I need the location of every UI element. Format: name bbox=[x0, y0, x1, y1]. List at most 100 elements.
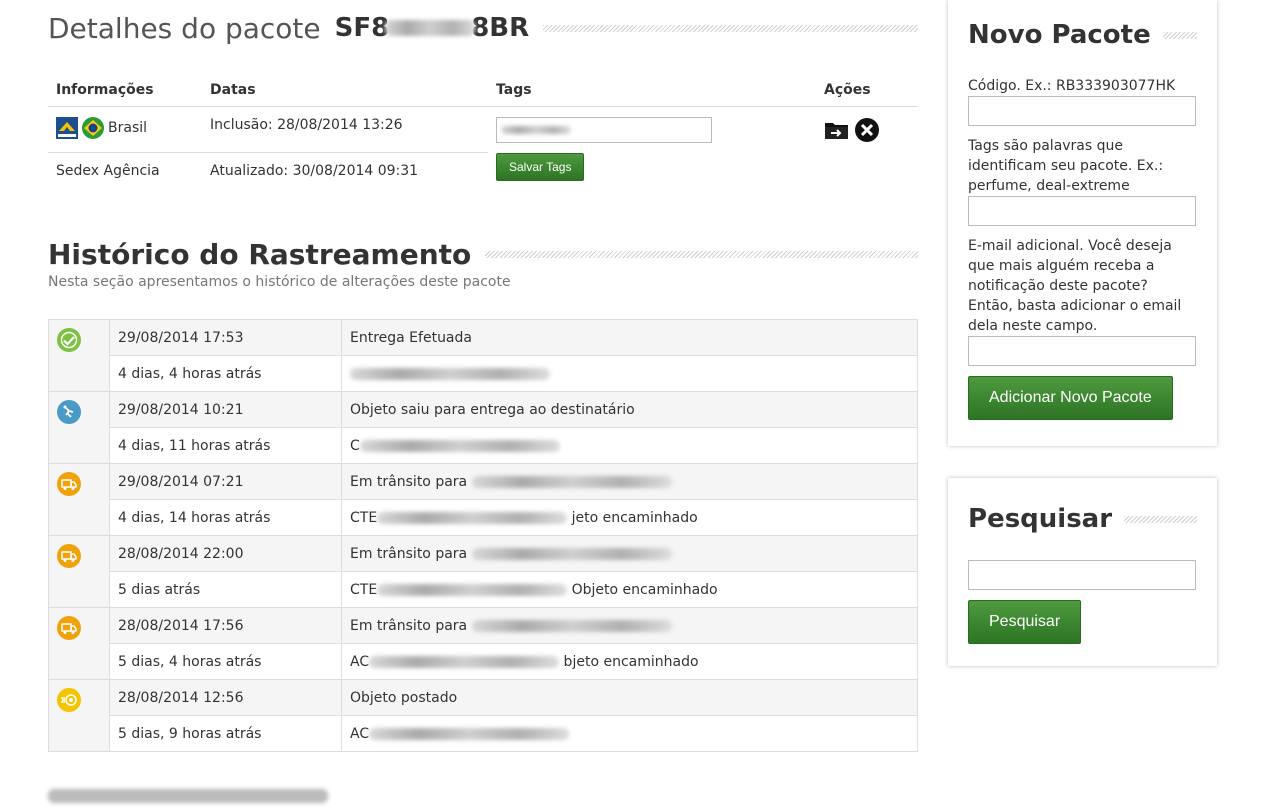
history-row: 28/08/2014 12:56 Objeto postado bbox=[48, 679, 918, 752]
tags-input[interactable] bbox=[496, 117, 712, 143]
tags-cell: Salvar Tags bbox=[488, 107, 816, 192]
tags-field[interactable] bbox=[968, 196, 1196, 226]
actions-cell bbox=[816, 107, 918, 192]
event-status: Em trânsito para bbox=[341, 463, 918, 500]
origin-country: Brasil bbox=[108, 120, 148, 136]
truck-icon bbox=[57, 544, 81, 568]
code-input[interactable] bbox=[968, 96, 1196, 126]
truck-icon bbox=[57, 616, 81, 640]
origin-cell: Brasil bbox=[48, 106, 202, 153]
event-date: 29/08/2014 07:21 bbox=[109, 463, 342, 500]
service-type: Sedex Agência bbox=[56, 162, 160, 179]
title-divider bbox=[543, 24, 918, 32]
event-ago: 5 dias, 4 horas atrás bbox=[109, 643, 342, 680]
event-ago: 4 dias, 11 horas atrás bbox=[109, 427, 342, 464]
event-status: Em trânsito para bbox=[341, 607, 918, 644]
redacted-tags bbox=[501, 125, 571, 134]
event-detail: AC bjeto encaminhado bbox=[341, 643, 918, 680]
history-subtitle: Nesta seção apresentamos o histórico de … bbox=[48, 274, 511, 290]
search-divider bbox=[1124, 515, 1197, 523]
event-status: Em trânsito para bbox=[341, 535, 918, 572]
status-icon-cell bbox=[48, 391, 110, 464]
move-folder-icon[interactable] bbox=[824, 119, 850, 145]
redacted-detail bbox=[369, 727, 570, 740]
event-ago: 4 dias, 14 horas atrás bbox=[109, 499, 342, 536]
search-input[interactable] bbox=[968, 560, 1196, 590]
event-ago: 4 dias, 4 horas atrás bbox=[109, 355, 342, 392]
history-title-row: Histórico do Rastreamento bbox=[48, 238, 918, 271]
history-row-detail: 5 dias atrás CTE Objeto encaminhado bbox=[49, 571, 918, 608]
new-package-box: Novo Pacote Código. Ex.: RB333903077HK T… bbox=[948, 0, 1217, 446]
search-title: Pesquisar bbox=[968, 504, 1113, 534]
event-status: Objeto postado bbox=[341, 679, 918, 716]
updated-date: Atualizado: 30/08/2014 09:31 bbox=[210, 162, 419, 179]
history-row-detail: 5 dias, 4 horas atrás AC bjeto encaminhad… bbox=[49, 643, 918, 680]
delivery-person-icon bbox=[57, 400, 81, 424]
status-icon-cell bbox=[48, 319, 110, 392]
redacted-location bbox=[471, 619, 672, 632]
history-row-detail: 4 dias, 11 horas atrás C bbox=[49, 427, 918, 464]
status-icon-cell bbox=[48, 535, 110, 608]
tags-label: Tags são palavras que identificam seu pa… bbox=[968, 138, 1164, 194]
new-package-divider bbox=[1162, 31, 1197, 39]
inclusion-date: Inclusão: 28/08/2014 13:26 bbox=[202, 106, 488, 153]
event-ago: 5 dias, 9 horas atrás bbox=[109, 715, 342, 752]
history-title: Histórico do Rastreamento bbox=[48, 238, 472, 271]
event-date: 28/08/2014 12:56 bbox=[109, 679, 342, 716]
truck-icon bbox=[57, 472, 81, 496]
correios-logo-icon bbox=[56, 117, 78, 139]
search-box: Pesquisar Pesquisar bbox=[948, 478, 1217, 666]
event-date: 29/08/2014 10:21 bbox=[109, 391, 342, 428]
event-detail: AC bbox=[341, 715, 918, 752]
check-circle-icon bbox=[57, 328, 81, 352]
redacted-location bbox=[471, 547, 672, 560]
delete-icon[interactable] bbox=[854, 117, 880, 147]
redacted-detail bbox=[377, 511, 568, 524]
event-detail bbox=[341, 355, 918, 392]
history-title-divider bbox=[485, 251, 918, 258]
code-label: Código. Ex.: RB333903077HK bbox=[968, 78, 1176, 94]
package-code-suffix: 8BR bbox=[471, 13, 530, 43]
event-detail: C bbox=[341, 427, 918, 464]
email-label: E-mail adicional. Você deseja que mais a… bbox=[968, 238, 1182, 334]
event-date: 28/08/2014 22:00 bbox=[109, 535, 342, 572]
search-button[interactable]: Pesquisar bbox=[968, 600, 1082, 644]
history-row-detail: 5 dias, 9 horas atrás AC bbox=[49, 715, 918, 752]
history-row: 29/08/2014 07:21 Em trânsito para bbox=[48, 463, 918, 536]
status-icon-cell bbox=[48, 679, 110, 752]
col-header-actions: Ações bbox=[816, 72, 918, 107]
redacted-detail bbox=[369, 655, 560, 668]
brazil-flag-icon bbox=[82, 117, 104, 139]
page-title-row: Detalhes do pacote SF8 8BR bbox=[48, 8, 918, 48]
event-ago: 5 dias atrás bbox=[109, 571, 342, 608]
redacted-detail bbox=[377, 583, 568, 596]
col-header-dates: Datas bbox=[202, 72, 488, 107]
history-row: 29/08/2014 10:21 Objeto saiu para entrega… bbox=[48, 391, 918, 464]
redacted-location bbox=[471, 475, 672, 488]
col-header-tags: Tags bbox=[488, 72, 816, 107]
event-date: 29/08/2014 17:53 bbox=[109, 319, 342, 356]
redacted-code bbox=[385, 20, 476, 36]
package-info-table: Informações Datas Tags Ações Brasil Incl… bbox=[48, 72, 918, 191]
package-code-prefix: SF8 bbox=[334, 13, 390, 43]
redacted-detail bbox=[359, 439, 560, 452]
posted-icon bbox=[57, 688, 81, 712]
save-tags-button[interactable]: Salvar Tags bbox=[496, 153, 585, 181]
add-package-button[interactable]: Adicionar Novo Pacote bbox=[968, 376, 1173, 420]
history-row-detail: 4 dias, 14 horas atrás CTE jeto encaminha… bbox=[49, 499, 918, 536]
email-field[interactable] bbox=[968, 336, 1196, 366]
history-row: 28/08/2014 22:00 Em trânsito para bbox=[48, 535, 918, 608]
event-detail: CTE jeto encaminhado bbox=[341, 499, 918, 536]
new-package-title: Novo Pacote bbox=[968, 20, 1151, 50]
status-icon-cell bbox=[48, 607, 110, 680]
history-row-detail: 4 dias, 4 horas atrás bbox=[49, 355, 918, 392]
history-row: 28/08/2014 17:56 Em trânsito para bbox=[48, 607, 918, 680]
status-icon-cell bbox=[48, 463, 110, 536]
history-table: 29/08/2014 17:53 Entrega Efetuada 4 dias,… bbox=[48, 319, 918, 752]
event-status: Entrega Efetuada bbox=[341, 319, 918, 356]
next-section-title-cutoff bbox=[48, 788, 348, 808]
page-title: Detalhes do pacote bbox=[48, 11, 321, 45]
event-status: Objeto saiu para entrega ao destinatário bbox=[341, 391, 918, 428]
history-row: 29/08/2014 17:53 Entrega Efetuada bbox=[48, 319, 918, 392]
package-code: SF8 8BR bbox=[335, 13, 530, 43]
